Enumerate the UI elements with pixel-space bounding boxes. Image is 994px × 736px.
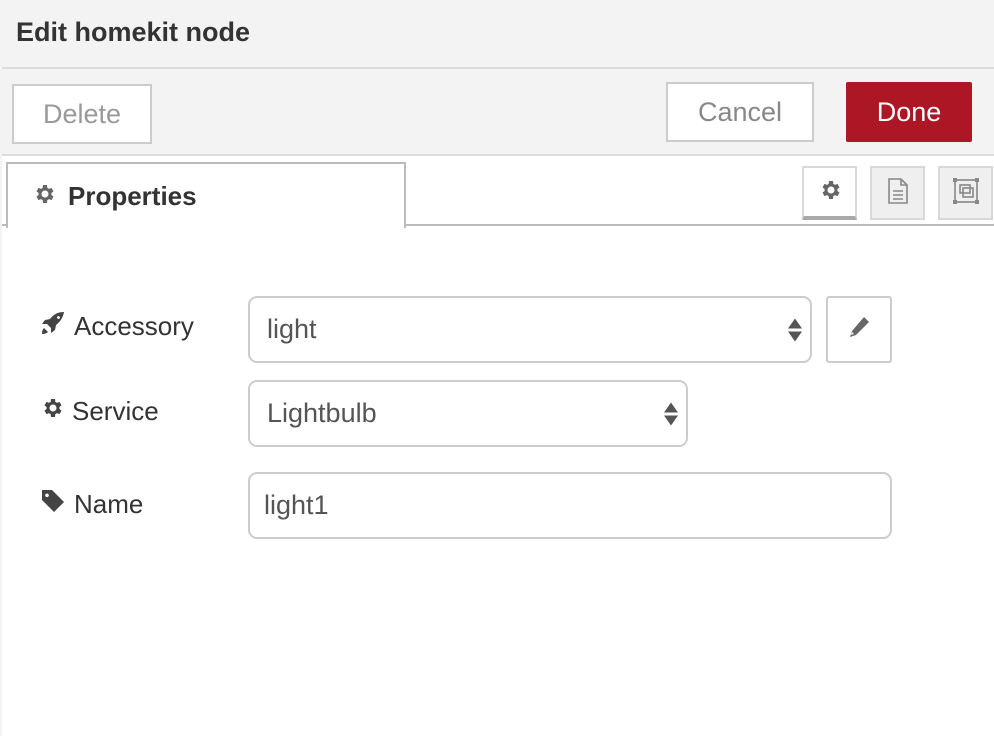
tab-properties-label: Properties (68, 180, 197, 211)
name-input-value: light1 (264, 490, 329, 520)
select-arrows-icon (664, 402, 678, 425)
accessory-label: Accessory (40, 310, 194, 343)
service-select-value: Lightbulb (267, 398, 377, 428)
name-label: Name (40, 488, 143, 521)
accessory-select-value: light (267, 314, 317, 344)
delete-button[interactable]: Delete (12, 84, 152, 144)
select-arrows-icon (788, 318, 802, 341)
document-icon (886, 177, 910, 210)
accessory-select[interactable]: light (248, 296, 812, 363)
cancel-button[interactable]: Cancel (666, 82, 814, 142)
service-select[interactable]: Lightbulb (248, 380, 688, 447)
appearance-tab-button[interactable] (938, 166, 993, 220)
name-input[interactable]: light1 (248, 472, 892, 539)
tab-properties[interactable]: Properties (6, 162, 406, 228)
description-tab-button[interactable] (870, 166, 925, 220)
tag-icon (40, 488, 74, 521)
pencil-icon (847, 315, 871, 344)
dialog-toolbar: Delete Cancel Done (2, 69, 994, 156)
done-button[interactable]: Done (846, 82, 972, 142)
edit-accessory-button[interactable] (826, 296, 892, 363)
dialog-header: Edit homekit node (2, 0, 994, 69)
edit-node-dialog: Edit homekit node Delete Cancel Done Pro… (0, 0, 994, 736)
dialog-title: Edit homekit node (16, 17, 251, 47)
settings-tab-button[interactable] (802, 166, 857, 220)
frame-icon (951, 176, 981, 211)
gear-icon (40, 396, 72, 427)
service-label: Service (40, 396, 159, 427)
tab-bar: Properties (2, 158, 994, 228)
gear-icon (32, 182, 56, 211)
rocket-icon (40, 310, 74, 343)
gear-icon (818, 178, 842, 207)
